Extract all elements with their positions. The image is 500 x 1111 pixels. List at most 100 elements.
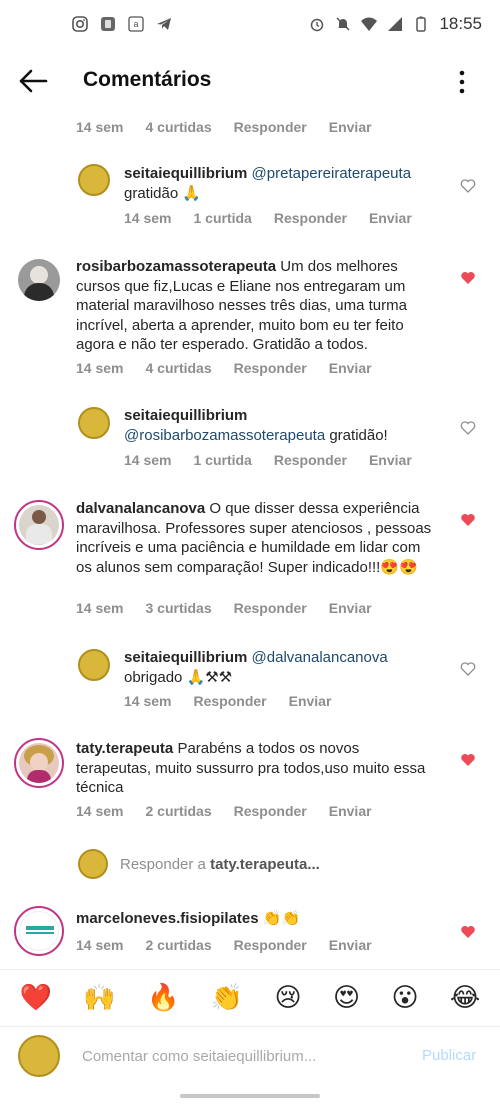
send-button[interactable]: Enviar [329,360,372,376]
likes-count[interactable]: 1 curtida [193,452,251,468]
like-heart-icon[interactable] [460,420,476,436]
reply-to-bar[interactable]: Responder a taty.terapeuta... [78,844,498,884]
likes-count[interactable]: 2 curtidas [145,937,211,953]
avatar [18,1035,60,1077]
avatar[interactable] [18,259,60,301]
send-button[interactable]: Enviar [329,600,372,616]
comment-username[interactable]: seitaiequillibrium [124,407,247,424]
likes-count[interactable]: 2 curtidas [145,803,211,819]
app-icon [101,17,115,31]
emoji-heart[interactable]: ❤️ [20,983,52,1013]
comment-text: obrigado 🙏⚒⚒ [124,668,233,686]
comment-text: gratidão! [329,426,388,444]
avatar[interactable] [14,906,64,956]
comment-text: gratidão 🙏 [124,184,202,202]
more-options-icon[interactable] [452,68,472,96]
alarm-icon [311,18,324,32]
emoji-raised-hands[interactable]: 🙌 [83,983,115,1013]
send-button[interactable]: Enviar [329,119,372,135]
reply-button[interactable]: Responder [234,803,307,819]
likes-count[interactable]: 1 curtida [193,210,251,226]
comment: rosibarbozamassoterapeuta Um dos melhore… [0,254,500,384]
comment-meta: 14 sem 1 curtida Responder Enviar [124,452,434,468]
comment-username[interactable]: seitaiequillibrium [124,165,247,182]
comment-time: 14 sem [76,360,124,376]
like-heart-icon[interactable] [460,924,476,940]
comment: taty.terapeuta Parabéns a todos os novos… [0,738,500,838]
avatar[interactable] [78,407,110,439]
reply-to-target: taty.terapeuta... [210,855,320,873]
reply-to-label: Responder a taty.terapeuta... [120,855,320,873]
comment: marceloneves.fisiopilates 👏👏 14 sem 2 cu… [0,904,500,964]
like-heart-icon[interactable] [460,661,476,677]
send-button[interactable]: Enviar [369,210,412,226]
avatar [78,849,108,879]
page-title: Comentários [83,68,212,91]
reply-button[interactable]: Responder [234,360,307,376]
comment-mention[interactable]: @pretapereiraterapeuta [252,165,412,182]
emoji-surprised[interactable]: 😮 [391,983,418,1013]
reply-comment: seitaiequillibrium @pretapereiraterapeut… [0,160,500,230]
comment-meta: 14 sem 2 curtidas Responder Enviar [76,803,394,819]
battery-icon [416,16,427,32]
telegram-icon [157,18,171,30]
reply-button[interactable]: Responder [193,693,266,709]
emoji-fire[interactable]: 🔥 [147,983,179,1013]
avatar[interactable] [78,649,110,681]
emoji-quick-bar: ❤️ 🙌 🔥 👏 😢 😍 😮 😂 [0,969,500,1025]
likes-count[interactable]: 4 curtidas [145,360,211,376]
avatar[interactable] [78,164,110,196]
comment-input-row: Publicar [0,1026,500,1084]
reply-comment: seitaiequillibrium @rosibarbozamassotera… [0,404,500,474]
like-heart-icon[interactable] [460,752,476,768]
reply-button[interactable]: Responder [234,600,307,616]
reply-button[interactable]: Responder [274,210,347,226]
amazon-icon: a [128,16,144,32]
send-button[interactable]: Enviar [329,937,372,953]
signal-icon [388,17,403,31]
status-bar: a 18:55 [0,0,500,48]
comment-input[interactable] [82,1044,402,1068]
comment-meta: 14 sem 4 curtidas Responder Enviar [76,360,394,376]
comment-meta: 14 sem 2 curtidas Responder Enviar [76,937,394,953]
likes-count[interactable]: 3 curtidas [145,600,211,616]
comment-time: 14 sem [124,452,172,468]
comment-username[interactable]: marceloneves.fisiopilates [76,910,259,927]
reply-button[interactable]: Responder [234,119,307,135]
like-heart-icon[interactable] [460,270,476,286]
send-button[interactable]: Enviar [329,803,372,819]
comment-username[interactable]: seitaiequillibrium [124,649,247,666]
avatar[interactable] [14,500,64,550]
comment-meta: 14 sem 4 curtidas Responder Enviar [76,119,394,135]
comment-time: 14 sem [124,210,172,226]
comments-list: 14 sem 4 curtidas Responder Enviar seita… [0,114,500,969]
comment-time: 14 sem [76,600,124,616]
back-arrow-icon[interactable] [18,68,48,94]
send-button[interactable]: Enviar [369,452,412,468]
likes-count[interactable]: 4 curtidas [145,119,211,135]
reply-button[interactable]: Responder [234,937,307,953]
publish-button[interactable]: Publicar [422,1047,476,1064]
emoji-laugh[interactable]: 😂 [450,983,480,1013]
comment-time: 14 sem [76,937,124,953]
avatar[interactable] [14,738,64,788]
send-button[interactable]: Enviar [289,693,332,709]
reply-button[interactable]: Responder [274,452,347,468]
navigation-handle[interactable] [180,1094,320,1098]
like-heart-icon[interactable] [460,512,476,528]
app-header: Comentários [0,48,500,114]
comment-username[interactable]: rosibarbozamassoterapeuta [76,258,276,275]
comment-username[interactable]: taty.terapeuta [76,740,173,757]
emoji-heart-eyes[interactable]: 😍 [333,983,360,1013]
emoji-cry[interactable]: 😢 [275,983,302,1013]
comment-username[interactable]: dalvanalancanova [76,500,205,517]
comment-mention[interactable]: @rosibarbozamassoterapeuta [124,427,325,444]
comment-mention[interactable]: @dalvanalancanova [252,649,388,666]
comment-time: 14 sem [124,693,172,709]
like-heart-icon[interactable] [460,178,476,194]
wifi-icon [361,17,378,31]
svg-text:a: a [133,19,138,29]
emoji-clap[interactable]: 👏 [211,983,243,1013]
comment-text: 👏👏 [262,910,301,927]
status-time: 18:55 [439,14,482,33]
